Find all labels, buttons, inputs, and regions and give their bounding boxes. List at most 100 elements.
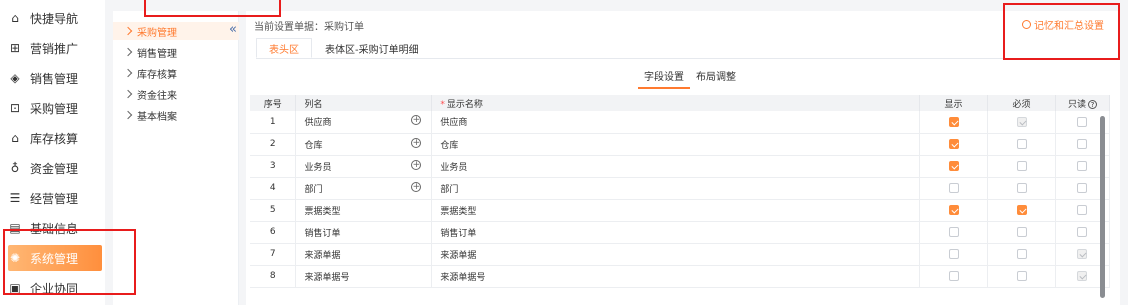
submenu-item-3[interactable]: 资金往来 <box>113 85 239 103</box>
chevron-right-icon <box>123 110 133 120</box>
row-index: 3 <box>250 155 297 178</box>
required-cell <box>987 221 1056 244</box>
required-checkbox[interactable] <box>1016 248 1027 259</box>
required-cell <box>987 199 1056 222</box>
add-circle-icon[interactable]: + <box>411 181 422 192</box>
sidebar-item-3[interactable]: ⊡ 采购管理 <box>8 95 104 121</box>
submenu-item-label: 库存核算 <box>137 69 177 81</box>
readonly-checkbox[interactable] <box>1077 226 1088 237</box>
chevron-right-icon <box>123 68 133 78</box>
required-checkbox[interactable] <box>1016 204 1027 215</box>
required-checkbox[interactable] <box>1016 160 1027 171</box>
sidebar-item-label: 销售管理 <box>30 71 79 86</box>
help-icon[interactable]: ? <box>1088 99 1097 109</box>
table-row: 3 业务员 + 业务员 <box>250 155 1111 178</box>
bag-icon: ⊡ <box>9 101 21 115</box>
tab-header-area[interactable]: 表头区 <box>256 38 312 58</box>
subtab-layout[interactable]: 布局调整 <box>690 68 742 89</box>
required-checkbox[interactable] <box>1016 270 1027 281</box>
tab-body-area[interactable]: 表体区-采购订单明细 <box>312 38 432 58</box>
required-cell <box>987 177 1056 200</box>
required-cell <box>987 155 1056 178</box>
chevron-right-icon <box>123 26 133 36</box>
sidebar-item-label: 采购管理 <box>30 101 79 116</box>
collapse-menu-icon[interactable]: « <box>229 22 237 37</box>
submenu-item-2[interactable]: 库存核算 <box>113 64 239 82</box>
table-row: 5 票据类型 票据类型 <box>250 199 1111 222</box>
show-checkbox[interactable] <box>948 204 959 215</box>
column-name: 仓库 + <box>295 133 433 156</box>
header-display-name-label: 显示名称 <box>446 99 483 110</box>
display-name[interactable]: 销售订单 <box>431 221 921 244</box>
readonly-checkbox <box>1077 248 1088 259</box>
sidebar-item-label: 库存核算 <box>30 131 79 146</box>
row-index: 5 <box>250 199 297 222</box>
header-readonly: 只读? <box>1055 95 1111 111</box>
display-name[interactable]: 部门 <box>431 177 921 200</box>
readonly-checkbox <box>1077 270 1088 281</box>
row-index: 4 <box>250 177 297 200</box>
column-name-text: 票据类型 <box>304 206 341 217</box>
display-name[interactable]: 票据类型 <box>431 199 921 222</box>
table-row: 2 仓库 + 仓库 <box>250 133 1111 156</box>
show-cell <box>919 199 989 222</box>
submenu-item-0[interactable]: 采购管理 <box>113 22 239 40</box>
column-name-text: 销售订单 <box>304 228 341 239</box>
header-readonly-label: 只读 <box>1067 99 1086 110</box>
show-checkbox[interactable] <box>948 182 959 193</box>
show-checkbox[interactable] <box>948 138 959 149</box>
submenu-item-4[interactable]: 基本档案 <box>113 106 239 124</box>
show-checkbox[interactable] <box>948 270 959 281</box>
required-checkbox <box>1016 116 1027 127</box>
sidebar-item-2[interactable]: ◈ 销售管理 <box>8 65 104 91</box>
sidebar-item-5[interactable]: ♁ 资金管理 <box>8 155 104 181</box>
display-name[interactable]: 来源单据号 <box>431 265 921 288</box>
column-name-text: 仓库 <box>304 140 323 151</box>
display-name[interactable]: 供应商 <box>431 111 921 134</box>
subtab-field-settings[interactable]: 字段设置 <box>638 68 690 89</box>
add-circle-icon[interactable]: + <box>411 137 422 148</box>
column-name-text: 部门 <box>304 184 323 195</box>
show-checkbox[interactable] <box>948 248 959 259</box>
show-checkbox[interactable] <box>948 116 959 127</box>
table-row: 7 来源单据 来源单据 <box>250 243 1111 266</box>
add-circle-icon[interactable]: + <box>411 159 422 170</box>
required-checkbox[interactable] <box>1016 226 1027 237</box>
required-checkbox[interactable] <box>1016 138 1027 149</box>
column-name: 供应商 + <box>295 111 433 134</box>
readonly-checkbox[interactable] <box>1077 182 1088 193</box>
display-name[interactable]: 业务员 <box>431 155 921 178</box>
chevron-right-icon <box>123 89 133 99</box>
column-name: 来源单据号 <box>295 265 433 288</box>
readonly-checkbox[interactable] <box>1077 204 1088 215</box>
show-checkbox[interactable] <box>948 226 959 237</box>
warehouse-icon: ⌂ <box>11 131 19 145</box>
readonly-checkbox[interactable] <box>1077 138 1088 149</box>
field-table: 序号 列名 * 显示名称 显示 必须 只读? 1 供应商 + 供应商 2 仓库 + 仓库 3 业务员… <box>250 95 1111 288</box>
add-circle-icon[interactable]: + <box>411 115 422 126</box>
sidebar-item-0[interactable]: ⌂ 快捷导航 <box>8 5 104 31</box>
sidebar-item-4[interactable]: ⌂ 库存核算 <box>8 125 104 151</box>
sidebar-item-6[interactable]: ☰ 经营管理 <box>8 185 104 211</box>
header-column-name: 列名 <box>295 95 433 111</box>
table-scrollbar[interactable] <box>1100 116 1105 298</box>
column-name: 来源单据 <box>295 243 433 266</box>
table-row: 6 销售订单 销售订单 <box>250 221 1111 244</box>
show-cell <box>919 221 989 244</box>
submenu-item-1[interactable]: 销售管理 <box>113 43 239 61</box>
sidebar-item-label: 经营管理 <box>30 191 79 206</box>
display-name[interactable]: 仓库 <box>431 133 921 156</box>
table-header-row: 序号 列名 * 显示名称 显示 必须 只读? <box>250 95 1111 111</box>
show-checkbox[interactable] <box>948 160 959 171</box>
readonly-checkbox[interactable] <box>1077 160 1088 171</box>
show-cell <box>919 133 989 156</box>
required-checkbox[interactable] <box>1016 182 1027 193</box>
annotation-box-sidebar <box>3 229 136 295</box>
sidebar-item-label: 营销推广 <box>30 41 79 56</box>
sidebar-item-1[interactable]: ⊞ 营销推广 <box>8 35 104 61</box>
readonly-checkbox[interactable] <box>1077 116 1088 127</box>
required-asterisk: * <box>440 99 445 110</box>
show-cell <box>919 111 989 134</box>
column-name-text: 业务员 <box>304 162 332 173</box>
display-name[interactable]: 来源单据 <box>431 243 921 266</box>
